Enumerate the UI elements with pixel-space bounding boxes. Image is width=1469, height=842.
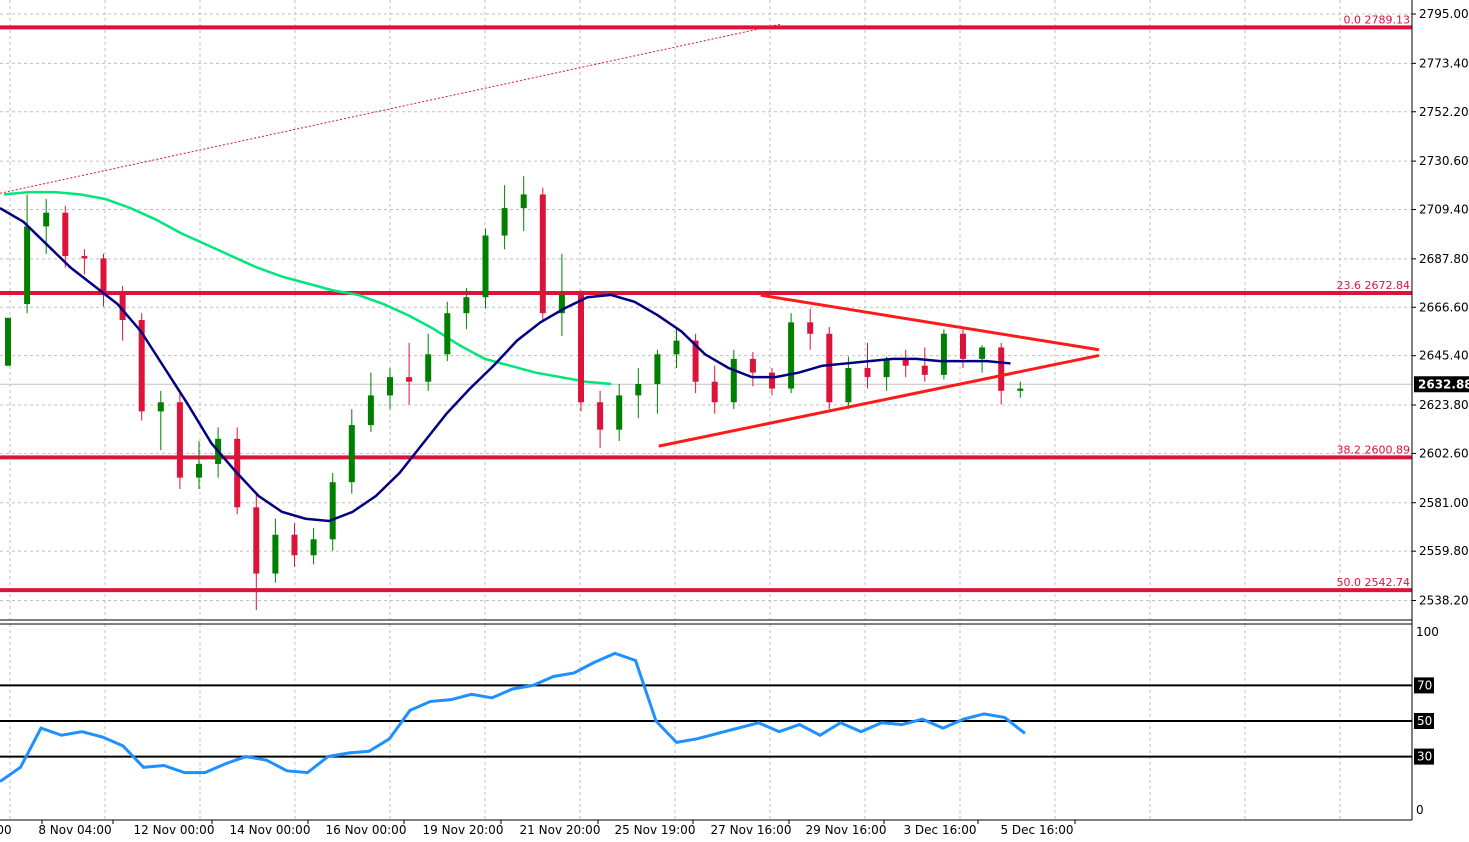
fib-level-label: 38.2 2600.89: [1337, 443, 1410, 456]
candle-body: [883, 358, 890, 378]
candle-body: [578, 294, 584, 403]
x-tick-label: 3 Dec 16:00: [903, 823, 976, 837]
candle-body: [864, 368, 871, 378]
x-tick-label: 29 Nov 16:00: [806, 823, 887, 837]
candle-body: [463, 297, 470, 314]
osc-level-label: 70: [1417, 678, 1432, 692]
x-tick-label: 16 Nov 00:00: [326, 823, 407, 837]
candle-body: [100, 258, 107, 293]
candle-body: [272, 534, 279, 574]
candle-body: [940, 333, 947, 375]
osc-tick-label: 100: [1416, 625, 1439, 639]
fib-level-label: 23.6 2672.84: [1337, 279, 1410, 292]
candle-body: [960, 333, 966, 359]
candle-body: [329, 482, 336, 540]
candle-body: [807, 322, 814, 334]
candle-body: [253, 507, 260, 574]
candle-body: [482, 235, 489, 298]
osc-level-label: 30: [1417, 750, 1432, 764]
candle-body: [62, 212, 69, 257]
y-tick-label: 2709.40: [1419, 203, 1469, 217]
candle-body: [769, 372, 775, 389]
candle-body: [1017, 388, 1024, 391]
y-tick-label: 2623.80: [1419, 398, 1469, 412]
osc-tick-label: 0: [1416, 803, 1424, 817]
candle-body: [501, 208, 508, 236]
x-tick-label: 8 Nov 04:00: [38, 823, 111, 837]
candle-body: [749, 358, 756, 373]
candle-body: [406, 377, 413, 382]
candle-body: [921, 365, 928, 375]
y-tick-label: 2730.60: [1419, 154, 1469, 168]
y-tick-label: 2773.40: [1419, 56, 1469, 70]
osc-level-label: 50: [1417, 714, 1432, 728]
candle-body: [845, 368, 852, 403]
candle-body: [520, 194, 527, 209]
y-tick-label: 2602.60: [1419, 446, 1469, 460]
candle-body: [387, 377, 393, 396]
x-tick-label: 25 Nov 19:00: [615, 823, 696, 837]
x-tick-label: 12 Nov 00:00: [134, 823, 215, 837]
y-tick-label: 2752.20: [1419, 105, 1469, 119]
candle-body: [730, 358, 737, 403]
candle-body: [654, 354, 661, 384]
x-tick-label: 21 Nov 20:00: [520, 823, 601, 837]
candle-body: [597, 402, 604, 430]
candle-body: [788, 322, 795, 389]
y-tick-label: 2795.00: [1419, 7, 1469, 21]
candle-body: [81, 256, 88, 259]
y-tick-label: 2687.80: [1419, 252, 1469, 266]
candle-body: [157, 402, 164, 412]
candle-body: [826, 333, 833, 403]
x-tick-label: 19 Nov 20:00: [423, 823, 504, 837]
fib-level-label: 0.0 2789.13: [1344, 13, 1410, 26]
chart-canvas[interactable]: 0.0 2789.13 23.6 2672.84 38.2 2600.89 50.0 …: [0, 0, 1469, 842]
candle-body: [616, 395, 623, 430]
candle-body: [24, 226, 31, 305]
candle-body: [43, 212, 50, 227]
y-tick-label: 2645.40: [1419, 349, 1469, 363]
candle-body: [367, 395, 374, 426]
chart-background: [0, 0, 1469, 842]
candle-body: [979, 347, 986, 359]
x-tick-label: 5 Dec 16:00: [1000, 823, 1073, 837]
candle-body: [5, 317, 11, 366]
y-tick-label: 2581.00: [1419, 496, 1469, 510]
candle-body: [176, 402, 183, 478]
candle-body: [425, 354, 432, 382]
y-tick-label: 2538.20: [1419, 594, 1469, 608]
x-tick-label: 00: [0, 823, 12, 837]
candle-body: [711, 381, 718, 403]
candle-body: [348, 425, 355, 483]
candle-body: [998, 347, 1005, 391]
fib-level-label: 50.0 2542.74: [1337, 576, 1410, 589]
x-tick-label: 14 Nov 00:00: [230, 823, 311, 837]
current-price-label: 2632.88: [1418, 377, 1469, 391]
candle-body: [635, 383, 642, 396]
candle-body: [310, 539, 317, 556]
x-tick-label: 27 Nov 16:00: [711, 823, 792, 837]
y-tick-label: 2559.80: [1419, 544, 1469, 558]
candle-body: [291, 534, 298, 556]
candle-body: [444, 313, 451, 355]
candle-body: [539, 194, 546, 314]
candle-body: [196, 463, 202, 478]
candle-body: [673, 340, 680, 355]
y-tick-label: 2666.60: [1419, 300, 1469, 314]
